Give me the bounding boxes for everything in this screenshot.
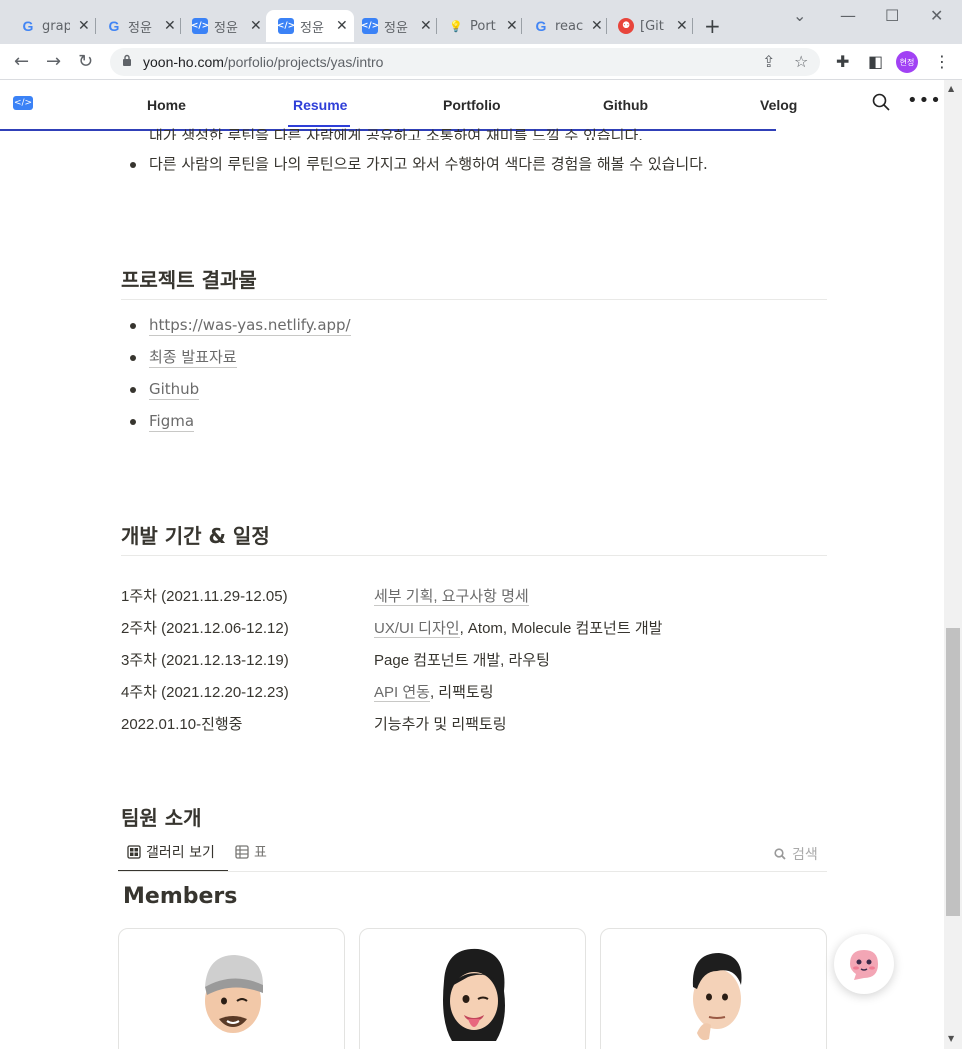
schedule-task: 기능추가 및 리팩토링 [374, 716, 507, 733]
tab-table-view[interactable]: 표 [235, 842, 267, 862]
schedule-task: 세부 기획, 요구사항 명세 [374, 588, 529, 606]
scroll-up-arrow-icon[interactable]: ▲ [948, 84, 954, 93]
nav-home[interactable]: Home [147, 97, 186, 113]
site-logo-icon[interactable]: </> [13, 96, 33, 110]
close-tab-icon[interactable]: ✕ [336, 18, 348, 34]
url-text: yoon-ho.com/porfolio/projects/yas/intro [143, 54, 384, 70]
browser-toolbar: ← → ↻ yoon-ho.com/porfolio/projects/yas/… [0, 44, 962, 80]
close-tab-icon[interactable]: ✕ [591, 18, 603, 34]
code-icon: </> [361, 18, 379, 34]
schedule-task: UX/UI 디자인, Atom, Molecule 컴포넌트 개발 [374, 620, 663, 638]
results-heading: 프로젝트 결과물 [121, 268, 257, 292]
minimize-button[interactable]: — [840, 6, 856, 25]
schedule-task: API 연동, 리팩토링 [374, 684, 494, 702]
browser-menu-icon[interactable]: ⋮ [934, 52, 950, 71]
browser-tab[interactable]: 💡 Port ✕ [436, 10, 518, 42]
member-avatar-image [692, 953, 742, 1041]
list-item: https://was-yas.netlify.app/ [130, 315, 351, 336]
address-bar[interactable]: yoon-ho.com/porfolio/projects/yas/intro … [110, 48, 820, 76]
profile-avatar[interactable]: 현정 [896, 51, 918, 73]
forward-arrow-icon[interactable]: → [46, 51, 61, 72]
nav-velog[interactable]: Velog [760, 97, 797, 113]
list-item: 다른 사람의 루틴을 나의 루틴으로 가지고 와서 수행하여 색다른 경험을 해… [130, 154, 708, 174]
result-link-site[interactable]: https://was-yas.netlify.app/ [149, 315, 351, 336]
active-nav-indicator [288, 125, 350, 127]
reload-icon[interactable]: ↻ [78, 51, 93, 72]
browser-tab[interactable]: G grap ✕ [8, 10, 90, 42]
back-arrow-icon[interactable]: ← [14, 51, 29, 72]
close-tab-icon[interactable]: ✕ [506, 18, 518, 34]
new-tab-button[interactable]: + [704, 14, 721, 38]
browser-tab-active[interactable]: </> 정윤 ✕ [266, 10, 354, 42]
close-tab-icon[interactable]: ✕ [78, 18, 90, 34]
member-card[interactable] [600, 928, 827, 1049]
close-tab-icon[interactable]: ✕ [250, 18, 262, 34]
code-icon: </> [277, 18, 295, 34]
result-link-github[interactable]: Github [149, 379, 200, 400]
member-card[interactable] [118, 928, 345, 1049]
lock-icon [123, 54, 131, 66]
list-item: Github [130, 379, 200, 400]
browser-tab[interactable]: </> 정윤 ✕ [180, 10, 262, 42]
more-icon[interactable]: ••• [907, 90, 942, 111]
scroll-down-arrow-icon[interactable]: ▼ [948, 1034, 954, 1043]
close-tab-icon[interactable]: ✕ [676, 18, 688, 34]
maximize-button[interactable]: ☐ [885, 6, 899, 25]
result-link-slides[interactable]: 최종 발표자료 [149, 347, 237, 368]
github-icon: ⚉ [618, 18, 634, 34]
browser-tab[interactable]: ⚉ [Git ✕ [606, 10, 688, 42]
list-item: 내가 생성한 루틴을 다른 사람에게 공유하고 소통하여 재미를 느낄 수 있습… [149, 128, 644, 140]
scrollbar-thumb[interactable] [946, 628, 960, 916]
schedule-period: 2022.01.10-진행중 [121, 716, 243, 733]
table-icon [235, 845, 249, 859]
result-link-figma[interactable]: Figma [149, 411, 195, 432]
divider [121, 299, 827, 300]
nav-github[interactable]: Github [603, 97, 648, 113]
member-avatar-image [443, 948, 505, 1041]
browser-tab-strip: G grap ✕ G 정윤 ✕ </> 정윤 ✕ </> 정윤 ✕ </> 정윤… [0, 0, 962, 44]
browser-tab[interactable]: G reac ✕ [521, 10, 603, 42]
nav-portfolio[interactable]: Portfolio [443, 97, 501, 113]
schedule-period: 4주차 (2021.12.20-12.23) [121, 684, 289, 701]
list-item: Figma [130, 411, 195, 432]
team-heading: 팀원 소개 [121, 806, 202, 830]
gallery-icon [127, 845, 141, 859]
nav-resume[interactable]: Resume [293, 97, 347, 113]
tab-gallery-view[interactable]: 갤러리 보기 [127, 842, 215, 862]
share-icon[interactable]: ⇪ [762, 52, 775, 71]
close-window-button[interactable]: ✕ [930, 6, 943, 25]
schedule-period: 2주차 (2021.12.06-12.12) [121, 620, 289, 637]
browser-tab[interactable]: G 정윤 ✕ [94, 10, 176, 42]
divider [118, 871, 827, 872]
list-item: 최종 발표자료 [130, 347, 237, 368]
schedule-task: Page 컴포넌트 개발, 라우팅 [374, 652, 550, 669]
schedule-heading: 개발 기간 & 일정 [121, 524, 270, 548]
member-card[interactable] [359, 928, 586, 1049]
tab-search-icon[interactable]: ⌄ [793, 6, 806, 25]
search-icon[interactable] [872, 93, 890, 111]
extensions-icon[interactable]: ✚ [836, 52, 849, 71]
gallery-title: Members [123, 884, 238, 909]
schedule-period: 1주차 (2021.11.29-12.05) [121, 588, 288, 605]
site-header: </> Home Resume Portfolio Github Velog •… [0, 80, 944, 131]
close-tab-icon[interactable]: ✕ [420, 18, 432, 34]
bookmark-star-icon[interactable]: ☆ [794, 52, 808, 71]
side-panel-icon[interactable]: ◧ [868, 52, 883, 71]
chat-bot-icon [850, 950, 878, 980]
browser-tab[interactable]: </> 정윤 ✕ [350, 10, 432, 42]
google-icon: G [535, 18, 547, 34]
database-search[interactable]: 검색 [774, 844, 818, 864]
page-scrollbar[interactable]: ▲ ▼ [944, 80, 962, 1049]
divider [121, 555, 827, 556]
code-icon: </> [191, 18, 209, 34]
bulb-icon: 💡 [449, 19, 463, 33]
close-tab-icon[interactable]: ✕ [164, 18, 176, 34]
chat-bot-button[interactable] [834, 934, 894, 994]
google-icon: G [108, 18, 120, 34]
member-avatar-image [205, 955, 263, 1033]
schedule-period: 3주차 (2021.12.13-12.19) [121, 652, 289, 669]
page-content: 내가 생성한 루틴을 다른 사람에게 공유하고 소통하여 재미를 느낄 수 있습… [0, 128, 944, 1049]
search-icon [774, 848, 786, 860]
google-icon: G [22, 18, 34, 34]
